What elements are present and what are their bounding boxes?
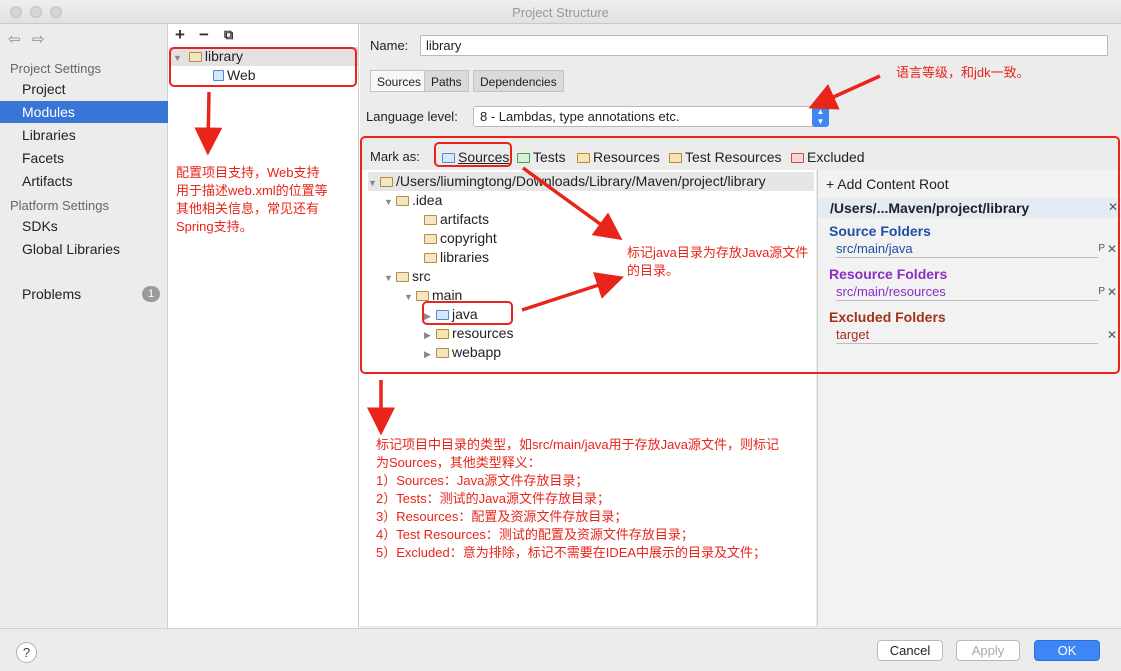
note-line: 配置项目支持，Web支持	[176, 165, 320, 180]
cancel-button[interactable]: Cancel	[877, 640, 943, 661]
markas-note: 标记项目中目录的类型，如src/main/java用于存放Java源文件，则标记…	[376, 436, 779, 562]
copy-icon[interactable]: ⧉	[224, 27, 233, 43]
sidebar-item-problems[interactable]: Problems 1	[0, 283, 168, 305]
sidebar-item-artifacts[interactable]: Artifacts	[0, 170, 168, 192]
note-line: 用于描述web.xml的位置等	[176, 183, 328, 198]
sidebar-item-facets[interactable]: Facets	[0, 147, 168, 169]
settings-sidebar: ⇦ ⇨ Project Settings Project Modules Lib…	[0, 24, 168, 628]
language-level-label: Language level:	[366, 109, 458, 124]
back-arrow-icon[interactable]: ⇦	[8, 30, 21, 48]
apply-button[interactable]: Apply	[956, 640, 1020, 661]
note-line: 2）Tests：测试的Java源文件存放目录；	[376, 491, 611, 506]
module-tree-panel: + − ⧉ ▼ library Web	[169, 24, 359, 628]
title-bar: Project Structure	[0, 0, 1121, 24]
platform-settings-heading: Platform Settings	[10, 198, 109, 213]
note-line: 1）Sources：Java源文件存放目录；	[376, 473, 589, 488]
chevron-updown-icon: ▲ ▼	[812, 106, 829, 127]
module-name-field[interactable]: library	[420, 35, 1108, 56]
note-line: 为Sources，其他类型释义：	[376, 455, 541, 470]
sidebar-item-modules[interactable]: Modules	[0, 101, 168, 123]
note-line: 4）Test Resources：测试的配置及资源文件存放目录；	[376, 527, 694, 542]
sidebar-item-project[interactable]: Project	[0, 78, 168, 100]
window-title: Project Structure	[512, 5, 609, 20]
problems-count-badge: 1	[142, 286, 160, 302]
language-note: 语言等级，和jdk一致。	[896, 65, 1030, 80]
note-line: 其他相关信息，常见还有	[176, 201, 320, 216]
remove-module-button[interactable]: −	[199, 25, 209, 45]
annotation-box-module	[169, 47, 357, 87]
annotation-box-java	[422, 301, 513, 325]
note-line: 的目录。	[627, 263, 680, 278]
note-line: 5）Excluded：意为排除，标记不需要在IDEA中展示的目录及文件；	[376, 545, 767, 560]
facets-note: 配置项目支持，Web支持 用于描述web.xml的位置等 其他相关信息，常见还有…	[176, 164, 328, 236]
java-note: 标记java目录为存放Java源文件 的目录。	[627, 244, 808, 280]
language-level-value: 8 - Lambdas, type annotations etc.	[480, 109, 680, 124]
note-line: 标记java目录为存放Java源文件	[627, 245, 809, 260]
tab-dependencies[interactable]: Dependencies	[473, 70, 564, 92]
sidebar-item-sdks[interactable]: SDKs	[0, 215, 168, 237]
help-button[interactable]: ?	[16, 642, 37, 663]
tab-sources[interactable]: Sources	[370, 70, 429, 92]
sidebar-item-global-libraries[interactable]: Global Libraries	[0, 238, 168, 260]
problems-label: Problems	[22, 286, 82, 302]
note-line: Spring支持。	[176, 219, 253, 234]
sidebar-item-libraries[interactable]: Libraries	[0, 124, 168, 146]
language-level-select[interactable]: 8 - Lambdas, type annotations etc. ▲ ▼	[473, 106, 829, 127]
ok-button[interactable]: OK	[1034, 640, 1100, 661]
note-line: 3）Resources：配置及资源文件存放目录；	[376, 509, 628, 524]
forward-arrow-icon[interactable]: ⇨	[32, 30, 45, 48]
project-settings-heading: Project Settings	[10, 61, 102, 76]
note-line: 标记项目中目录的类型，如src/main/java用于存放Java源文件，则标记	[376, 437, 780, 452]
name-label: Name:	[370, 38, 409, 53]
add-module-button[interactable]: +	[175, 25, 185, 45]
annotation-box-mark-sources	[434, 142, 512, 167]
dialog-button-bar: ? Cancel Apply OK	[0, 628, 1121, 671]
tab-paths[interactable]: Paths	[424, 70, 469, 92]
